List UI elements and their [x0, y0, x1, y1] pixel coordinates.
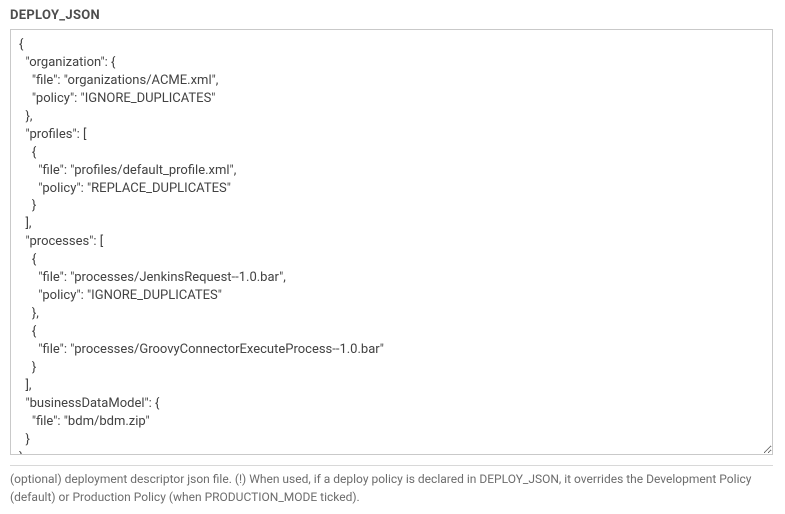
field-label-deploy-json: DEPLOY_JSON — [10, 8, 775, 23]
deploy-json-textarea[interactable] — [10, 29, 773, 455]
divider — [10, 465, 773, 466]
help-text: (optional) deployment descriptor json fi… — [10, 470, 773, 506]
